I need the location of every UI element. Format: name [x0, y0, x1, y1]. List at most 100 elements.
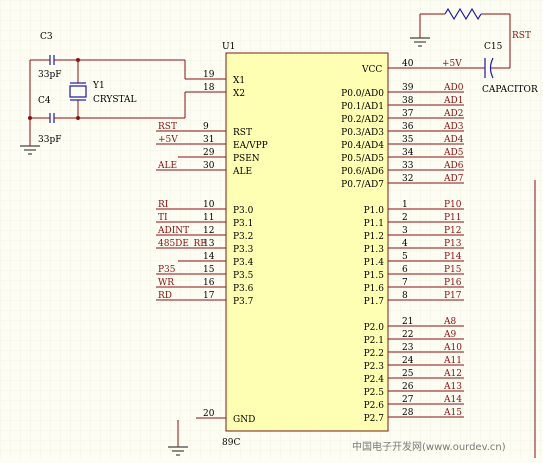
net-label: 485DE_RE [158, 239, 207, 249]
c15-value: CAPACITOR [482, 85, 538, 95]
pin-name: GND [233, 415, 255, 425]
pin-name: P0.6/AD6 [341, 167, 384, 177]
pin-number: 31 [203, 135, 214, 145]
pin-number: 34 [402, 148, 414, 158]
pin-number: 17 [203, 291, 215, 301]
pin-name: P0.2/AD2 [341, 115, 384, 125]
pin-name: P2.3 [364, 362, 385, 372]
pin-name: VCC [361, 65, 382, 75]
pin-number: 23 [402, 343, 414, 353]
pin-name: P3.3 [233, 245, 254, 255]
net-label: AD6 [443, 161, 464, 171]
pin-name: P2.6 [364, 401, 385, 411]
pin-name: P3.5 [233, 271, 254, 281]
pin-name: P2.0 [364, 323, 385, 333]
pin-name: P1.3 [364, 245, 385, 255]
pin-name: P0.5/AD5 [341, 154, 384, 164]
c3-value: 33pF [38, 70, 61, 80]
chip-type: 89C [222, 438, 240, 448]
net-label: AD7 [443, 174, 464, 184]
pin-number: 25 [402, 369, 414, 379]
pin-number: 10 [203, 200, 215, 210]
net-label: P35 [158, 265, 176, 275]
c4-value: 33pF [38, 135, 61, 145]
net-label: A9 [443, 330, 456, 340]
net-label: AD3 [443, 122, 464, 132]
pin-name: P3.6 [233, 284, 254, 294]
net-label: RI [158, 200, 169, 210]
pin-name: P2.2 [364, 349, 384, 359]
pin-number: 37 [402, 109, 414, 119]
junction-dot [76, 116, 80, 120]
pin-number: 30 [203, 161, 215, 171]
net-label: A11 [443, 356, 462, 366]
pin-number: 8 [402, 291, 408, 301]
net-label: P12 [444, 226, 462, 236]
net-label: AD5 [443, 148, 464, 158]
net-label: RD [158, 291, 172, 301]
pin-name: P3.0 [233, 206, 254, 216]
net-label: P10 [444, 200, 462, 210]
pin-name: P1.2 [364, 232, 384, 242]
net-label: TI [158, 213, 168, 223]
pin-number: 6 [402, 265, 408, 275]
net-label: A14 [443, 395, 462, 405]
net-label: WR [158, 278, 174, 288]
pin-number: 2 [402, 213, 408, 223]
pin-number: 32 [402, 174, 413, 184]
net-label: P14 [444, 252, 462, 262]
pin-name: P0.0/AD0 [341, 89, 384, 99]
pin-number: 1 [402, 200, 408, 210]
pin-number: 35 [402, 135, 414, 145]
net-label: AD2 [443, 109, 463, 119]
pin-name: ALE [232, 167, 252, 177]
pin-name: X2 [233, 89, 245, 99]
junction-dot [76, 58, 80, 62]
net-label: P16 [444, 278, 462, 288]
y1-value: CRYSTAL [93, 95, 137, 105]
chip-ref: U1 [222, 42, 235, 52]
pin-number: 14 [203, 252, 215, 262]
pin-number: 4 [402, 239, 408, 249]
pin-name: P3.7 [233, 297, 254, 307]
pin-number: 5 [402, 252, 408, 262]
schematic-canvas: U1 89C 19 X1 18 X2 9 RST RST 31 EA/VPP +5V 29 PSEN 3… [0, 0, 543, 458]
net-label: ALE [157, 161, 177, 171]
pin-name: P1.5 [364, 271, 385, 281]
pin-number: 11 [203, 213, 214, 223]
pin-number: 39 [402, 83, 414, 93]
pin-name: P0.3/AD3 [341, 128, 384, 138]
pin-name: P2.1 [364, 336, 384, 346]
pin-number: 27 [402, 395, 414, 405]
net-label: AD1 [443, 96, 463, 106]
pin-number: 9 [203, 122, 209, 132]
net-label: P11 [444, 213, 462, 223]
net-label: RST [158, 122, 177, 132]
pin-name: P2.4 [364, 375, 385, 385]
pin-name: X1 [233, 76, 245, 86]
net-label: A10 [443, 343, 462, 353]
rst-net-label: RST [512, 31, 531, 41]
pin-name: P0.7/AD7 [341, 180, 384, 190]
pin-name: PSEN [233, 154, 260, 164]
pin-name: P1.1 [364, 219, 384, 229]
c3-ref: C3 [40, 32, 53, 42]
pin-number: 20 [203, 409, 215, 419]
pin-number: 26 [402, 382, 414, 392]
c4-ref: C4 [38, 96, 51, 106]
pin-number: 15 [203, 265, 215, 275]
watermark: 中国电子开发网(www.ourdev.cn) [352, 440, 506, 453]
net-label: P13 [444, 239, 462, 249]
pin-name: EA/VPP [233, 141, 268, 151]
net-label: ADINT [157, 226, 189, 236]
net-label: +5V [158, 135, 178, 145]
pin-name: P1.4 [364, 258, 385, 268]
net-label: A8 [443, 317, 456, 327]
pin-number: 22 [402, 330, 413, 340]
pin-name: P1.0 [364, 206, 385, 216]
pin-name: P3.1 [233, 219, 253, 229]
pin-number: 38 [402, 96, 414, 106]
pin-number: 29 [203, 148, 215, 158]
y1-ref: Y1 [92, 81, 105, 91]
pin-number: 7 [402, 278, 408, 288]
